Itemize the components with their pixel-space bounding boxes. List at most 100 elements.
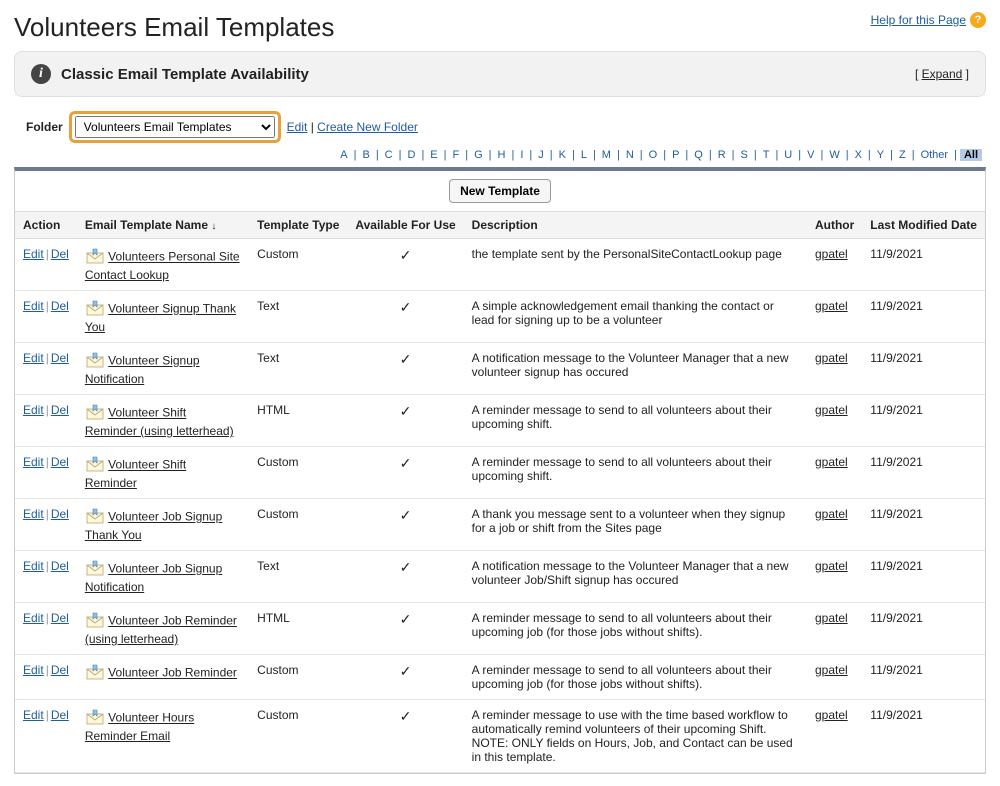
del-link[interactable]: Del: [51, 559, 69, 573]
alpha-letter[interactable]: C: [382, 149, 396, 161]
template-name-link[interactable]: Volunteer Job Reminder (using letterhead…: [85, 614, 237, 646]
alpha-letter[interactable]: N: [623, 149, 637, 161]
del-link[interactable]: Del: [51, 455, 69, 469]
alpha-letter[interactable]: J: [535, 149, 547, 161]
col-author[interactable]: Author: [807, 212, 862, 239]
del-link[interactable]: Del: [51, 299, 69, 313]
alpha-letter[interactable]: F: [450, 149, 463, 161]
author-link[interactable]: gpatel: [815, 403, 848, 417]
separator: |: [706, 149, 715, 161]
check-icon: ✓: [355, 351, 455, 368]
edit-link[interactable]: Edit: [23, 247, 44, 261]
alpha-letter[interactable]: P: [669, 149, 682, 161]
del-link[interactable]: Del: [51, 708, 69, 722]
action-cell: Edit|Del: [15, 395, 77, 447]
folder-edit-link[interactable]: Edit: [287, 120, 308, 134]
alpha-letter[interactable]: T: [760, 149, 773, 161]
col-name[interactable]: Email Template Name ↓: [77, 212, 249, 239]
alpha-letter[interactable]: E: [427, 149, 440, 161]
author-link[interactable]: gpatel: [815, 351, 848, 365]
author-link[interactable]: gpatel: [815, 299, 848, 313]
expand-link[interactable]: Expand: [922, 67, 963, 81]
edit-link[interactable]: Edit: [23, 455, 44, 469]
separator: |: [486, 149, 495, 161]
type-cell: Custom: [249, 239, 347, 291]
del-link[interactable]: Del: [51, 403, 69, 417]
edit-link[interactable]: Edit: [23, 403, 44, 417]
alpha-letter[interactable]: O: [646, 149, 661, 161]
col-available[interactable]: Available For Use: [347, 212, 463, 239]
folder-create-link[interactable]: Create New Folder: [317, 120, 418, 134]
author-link[interactable]: gpatel: [815, 247, 848, 261]
alpha-letter[interactable]: W: [826, 149, 842, 161]
separator: |: [44, 708, 51, 722]
template-name-link[interactable]: Volunteer Shift Reminder (using letterhe…: [85, 406, 234, 438]
edit-link[interactable]: Edit: [23, 507, 44, 521]
author-link[interactable]: gpatel: [815, 507, 848, 521]
alpha-other[interactable]: Other: [918, 149, 952, 161]
type-cell: Custom: [249, 447, 347, 499]
description-cell: A reminder message to send to all volunt…: [464, 603, 807, 655]
del-link[interactable]: Del: [51, 663, 69, 677]
alpha-letter[interactable]: U: [781, 149, 795, 161]
help-link[interactable]: Help for this Page: [871, 13, 966, 27]
alpha-all[interactable]: All: [960, 149, 982, 161]
del-link[interactable]: Del: [51, 351, 69, 365]
edit-link[interactable]: Edit: [23, 299, 44, 313]
del-link[interactable]: Del: [51, 247, 69, 261]
table-row: Edit|Del Volunteer Shift ReminderCustom✓…: [15, 447, 985, 499]
alpha-letter[interactable]: V: [804, 149, 817, 161]
action-cell: Edit|Del: [15, 499, 77, 551]
edit-link[interactable]: Edit: [23, 611, 44, 625]
alpha-letter[interactable]: Q: [691, 149, 706, 161]
edit-link[interactable]: Edit: [23, 708, 44, 722]
alpha-letter[interactable]: L: [578, 149, 590, 161]
alpha-letter[interactable]: D: [404, 149, 418, 161]
del-link[interactable]: Del: [51, 611, 69, 625]
mail-icon: [85, 403, 105, 424]
name-cell: Volunteer Signup Notification: [77, 343, 249, 395]
type-cell: Custom: [249, 499, 347, 551]
alpha-letter[interactable]: B: [359, 149, 372, 161]
alpha-letter[interactable]: Y: [874, 149, 887, 161]
separator: |: [951, 149, 960, 161]
author-cell: gpatel: [807, 447, 862, 499]
help-icon[interactable]: ?: [970, 12, 986, 28]
edit-link[interactable]: Edit: [23, 559, 44, 573]
folder-select[interactable]: Volunteers Email Templates: [75, 116, 275, 138]
edit-link[interactable]: Edit: [23, 351, 44, 365]
alpha-letter[interactable]: R: [715, 149, 729, 161]
mail-icon: [85, 663, 105, 684]
alpha-letter[interactable]: X: [852, 149, 865, 161]
col-modified[interactable]: Last Modified Date: [862, 212, 985, 239]
alpha-letter[interactable]: M: [599, 149, 614, 161]
edit-link[interactable]: Edit: [23, 663, 44, 677]
alpha-letter[interactable]: Z: [896, 149, 909, 161]
template-name-link[interactable]: Volunteers Personal Site Contact Lookup: [85, 250, 240, 282]
author-link[interactable]: gpatel: [815, 663, 848, 677]
col-type[interactable]: Template Type: [249, 212, 347, 239]
name-cell: Volunteer Shift Reminder: [77, 447, 249, 499]
author-link[interactable]: gpatel: [815, 455, 848, 469]
col-description[interactable]: Description: [464, 212, 807, 239]
modified-cell: 11/9/2021: [862, 343, 985, 395]
available-cell: ✓: [347, 499, 463, 551]
template-name-link[interactable]: Volunteer Job Signup Notification: [85, 562, 222, 594]
alpha-letter[interactable]: A: [337, 149, 350, 161]
alpha-letter[interactable]: K: [556, 149, 569, 161]
name-cell: Volunteer Job Reminder: [77, 655, 249, 700]
new-template-button[interactable]: New Template: [449, 179, 551, 203]
template-name-link[interactable]: Volunteer Signup Thank You: [85, 302, 236, 334]
alpha-letter[interactable]: G: [471, 149, 486, 161]
author-link[interactable]: gpatel: [815, 611, 848, 625]
author-link[interactable]: gpatel: [815, 708, 848, 722]
author-cell: gpatel: [807, 603, 862, 655]
author-link[interactable]: gpatel: [815, 559, 848, 573]
template-name-link[interactable]: Volunteer Job Signup Thank You: [85, 510, 222, 542]
template-name-link[interactable]: Volunteer Job Reminder: [108, 666, 237, 680]
alpha-letter[interactable]: H: [495, 149, 509, 161]
del-link[interactable]: Del: [51, 507, 69, 521]
separator: |: [44, 351, 51, 365]
folder-label: Folder: [26, 120, 63, 134]
alpha-letter[interactable]: S: [738, 149, 751, 161]
